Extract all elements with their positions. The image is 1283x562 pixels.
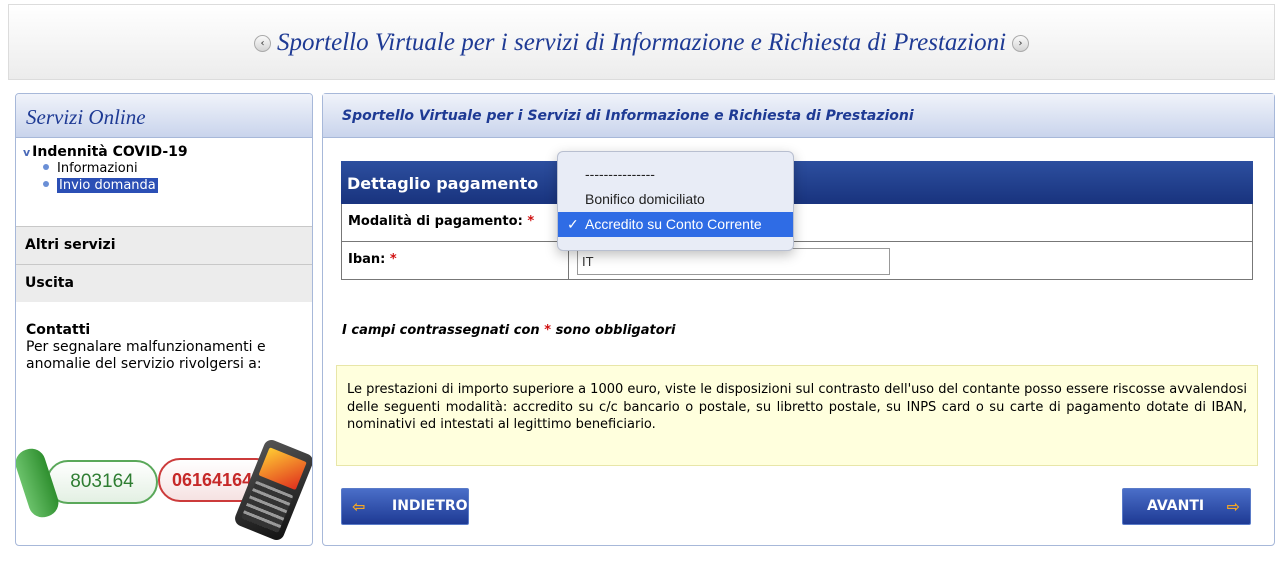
sidebar-item-covid[interactable]: v Indennità COVID-19: [23, 144, 305, 160]
chevron-down-icon: v: [23, 146, 31, 159]
contacts-text: Per segnalare malfunzionamenti e anomali…: [26, 339, 266, 372]
payment-method-label-text: Modalità di pagamento:: [348, 214, 523, 229]
sidebar-title: Servizi Online: [16, 94, 312, 138]
sidebar-subitem-label: Informazioni: [57, 161, 138, 176]
green-phone-number: 803164: [16, 445, 160, 521]
iban-label-text: Iban:: [348, 252, 386, 267]
prev-arrow-icon[interactable]: ‹: [253, 35, 271, 52]
bullet-icon: [43, 164, 49, 170]
required-note-text: sono obbligatori: [555, 323, 676, 338]
payment-detail-table: Dettaglio pagamento Modalità di pagament…: [341, 161, 1253, 280]
payment-method-row: Modalità di pagamento: *: [341, 204, 1253, 242]
back-button[interactable]: ⇦ INDIETRO: [341, 488, 469, 525]
required-note-text: I campi contrassegnati con: [342, 323, 540, 338]
next-button-label: AVANTI: [1147, 498, 1205, 514]
payment-detail-title: Dettaglio pagamento: [341, 161, 1253, 204]
contacts-box: Contatti Per segnalare malfunzionamenti …: [16, 302, 312, 373]
page-title: Sportello Virtuale per i servizi di Info…: [276, 29, 1007, 56]
sidebar-item-altri-servizi[interactable]: Altri servizi: [16, 226, 312, 264]
required-asterisk: *: [527, 214, 535, 229]
iban-row: Iban: *: [341, 242, 1253, 280]
sidebar-subitem-label: Invio domanda: [57, 178, 158, 193]
sidebar-item-uscita[interactable]: Uscita: [16, 264, 312, 302]
payment-method-label: Modalità di pagamento: *: [342, 204, 569, 241]
arrow-left-icon: ⇦: [352, 497, 366, 516]
mobile-keypad: [241, 480, 294, 533]
green-number-pill: 803164: [46, 460, 158, 504]
mobile-phone-icon: [232, 437, 312, 543]
required-asterisk: *: [389, 252, 397, 267]
phone-numbers-banner: 803164 06164164: [16, 437, 312, 544]
required-fields-note: I campi contrassegnati con * sono obblig…: [342, 323, 676, 338]
sidebar-subitem-invio-domanda[interactable]: Invio domanda: [23, 177, 305, 194]
sidebar: Servizi Online v Indennità COVID-19 Infor…: [15, 93, 313, 546]
iban-label: Iban: *: [342, 242, 569, 279]
sidebar-item-covid-label: Indennità COVID-19: [32, 144, 188, 160]
dropdown-option-placeholder[interactable]: ---------------: [558, 162, 793, 187]
iban-input[interactable]: [577, 248, 890, 275]
info-box: Le prestazioni di importo superiore a 10…: [336, 365, 1258, 466]
next-arrow-icon[interactable]: ›: [1012, 35, 1030, 52]
checkmark-icon: ✓: [567, 216, 579, 232]
bullet-icon: [43, 181, 49, 187]
sidebar-section-covid: v Indennità COVID-19 Informazioni Invio d…: [16, 138, 312, 226]
dropdown-option-label: Accredito su Conto Corrente: [585, 216, 762, 232]
dropdown-option-bonifico[interactable]: Bonifico domiciliato: [558, 187, 793, 212]
header-title-row: ‹ Sportello Virtuale per i servizi di Inf…: [9, 29, 1274, 57]
next-button[interactable]: AVANTI ⇨: [1122, 488, 1251, 525]
main-panel-title: Sportello Virtuale per i Servizi di Info…: [323, 94, 1274, 138]
payment-method-dropdown[interactable]: --------------- Bonifico domiciliato ✓ Ac…: [557, 151, 794, 251]
arrow-right-icon: ⇨: [1226, 497, 1240, 516]
page-header: ‹ Sportello Virtuale per i servizi di Inf…: [8, 4, 1275, 80]
sidebar-subitem-informazioni[interactable]: Informazioni: [23, 160, 305, 177]
contacts-title: Contatti: [26, 322, 91, 338]
required-asterisk: *: [544, 323, 552, 338]
main-panel: Sportello Virtuale per i Servizi di Info…: [322, 93, 1275, 546]
back-button-label: INDIETRO: [392, 498, 468, 514]
dropdown-option-accredito[interactable]: ✓ Accredito su Conto Corrente: [558, 212, 793, 237]
